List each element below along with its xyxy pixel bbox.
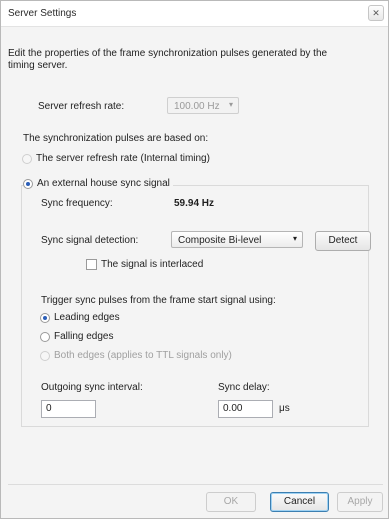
title-bar: Server Settings ✕: [1, 1, 388, 27]
sync-frequency-label: Sync frequency:: [41, 198, 113, 209]
falling-edges-radio[interactable]: [40, 332, 50, 342]
close-icon: ✕: [372, 8, 380, 18]
both-edges-radio[interactable]: [40, 351, 50, 361]
cancel-button[interactable]: Cancel: [270, 492, 329, 512]
detect-button[interactable]: Detect: [315, 231, 371, 251]
sync-detection-value: Composite Bi-level: [178, 235, 262, 246]
sync-source-label: The synchronization pulses are based on:: [23, 133, 209, 144]
sync-delay-label: Sync delay:: [218, 382, 270, 393]
falling-edges-label: Falling edges: [54, 331, 114, 342]
footer-separator: [8, 484, 383, 485]
sync-interval-label: Outgoing sync interval:: [41, 382, 143, 393]
leading-edges-label: Leading edges: [54, 312, 120, 323]
apply-button[interactable]: Apply: [337, 492, 383, 512]
window-title: Server Settings: [8, 8, 77, 19]
refresh-rate-value: 100.00 Hz: [174, 101, 220, 112]
sync-frequency-value: 59.94 Hz: [174, 198, 215, 209]
interlaced-label: The signal is interlaced: [101, 259, 204, 270]
external-sync-label: An external house sync signal: [37, 178, 170, 189]
sync-interval-input[interactable]: 0: [41, 400, 96, 418]
both-edges-label: Both edges (applies to TTL signals only): [54, 350, 232, 361]
chevron-down-icon: ▾: [292, 234, 297, 243]
sync-delay-unit: μs: [279, 403, 290, 414]
refresh-rate-label: Server refresh rate:: [38, 101, 125, 112]
close-button[interactable]: ✕: [368, 5, 384, 21]
sync-detection-label: Sync signal detection:: [41, 235, 139, 246]
ok-button[interactable]: OK: [206, 492, 256, 512]
external-sync-radio[interactable]: [23, 178, 33, 189]
leading-edges-radio[interactable]: [40, 313, 50, 323]
external-sync-option[interactable]: An external house sync signal: [23, 178, 173, 189]
sync-detection-select[interactable]: Composite Bi-level ▾: [171, 231, 303, 248]
internal-timing-radio[interactable]: [22, 154, 32, 164]
refresh-rate-select[interactable]: 100.00 Hz ▾: [167, 97, 239, 114]
chevron-down-icon: ▾: [228, 100, 233, 109]
internal-timing-label: The server refresh rate (Internal timing…: [36, 153, 210, 164]
server-settings-window: Server Settings ✕ Edit the properties of…: [0, 0, 389, 519]
trigger-label: Trigger sync pulses from the frame start…: [41, 295, 276, 306]
interlaced-checkbox[interactable]: [86, 259, 97, 270]
sync-delay-input[interactable]: 0.00: [218, 400, 273, 418]
description-text: Edit the properties of the frame synchro…: [8, 48, 328, 71]
